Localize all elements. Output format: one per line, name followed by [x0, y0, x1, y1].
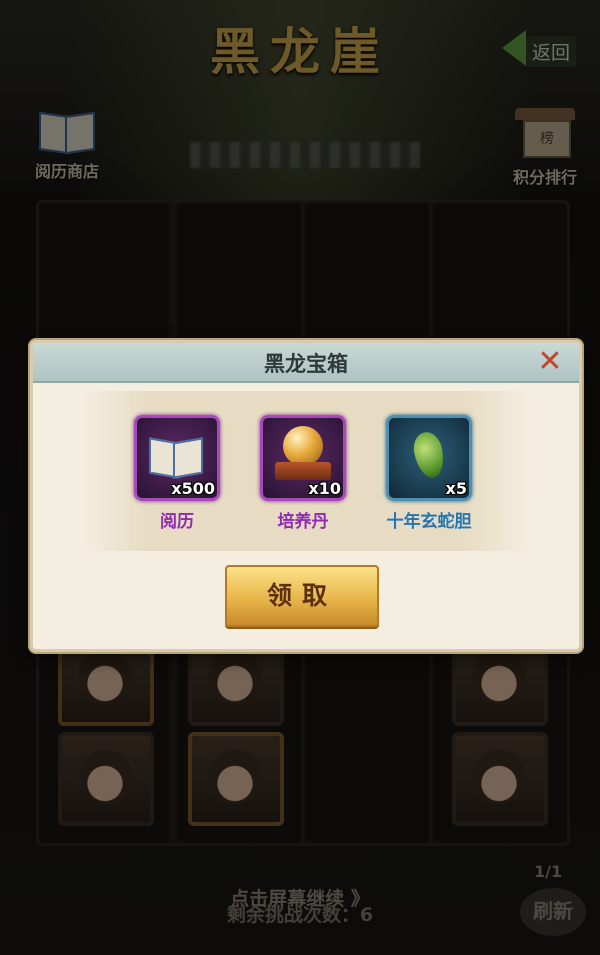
- dialog-title: 黑龙宝箱: [264, 352, 348, 376]
- book-icon: [147, 432, 205, 476]
- reward-name: 培养丹: [277, 512, 329, 532]
- snake-gall-icon: [410, 429, 448, 481]
- reward-name: 十年玄蛇胆: [386, 512, 472, 532]
- reward-item[interactable]: x5 十年玄蛇胆: [369, 415, 489, 532]
- reward-frame: x10: [260, 415, 346, 501]
- claim-button[interactable]: 领取: [225, 565, 379, 627]
- treasure-chest-dialog: 黑龙宝箱 ✕ x500 阅历 x10 培养丹 x5 十年玄蛇胆 领取: [30, 340, 582, 652]
- close-icon[interactable]: ✕: [533, 345, 567, 379]
- pearl-icon: [283, 426, 323, 466]
- reward-count: x5: [445, 479, 467, 498]
- reward-frame: x5: [386, 415, 472, 501]
- reward-count: x500: [171, 479, 215, 498]
- pearl-stand-icon: [275, 462, 331, 480]
- reward-name: 阅历: [160, 512, 194, 532]
- reward-frame: x500: [134, 415, 220, 501]
- reward-item[interactable]: x500 阅历: [117, 415, 237, 532]
- dialog-header: 黑龙宝箱 ✕: [33, 343, 579, 383]
- reward-item[interactable]: x10 培养丹: [243, 415, 363, 532]
- reward-count: x10: [308, 479, 341, 498]
